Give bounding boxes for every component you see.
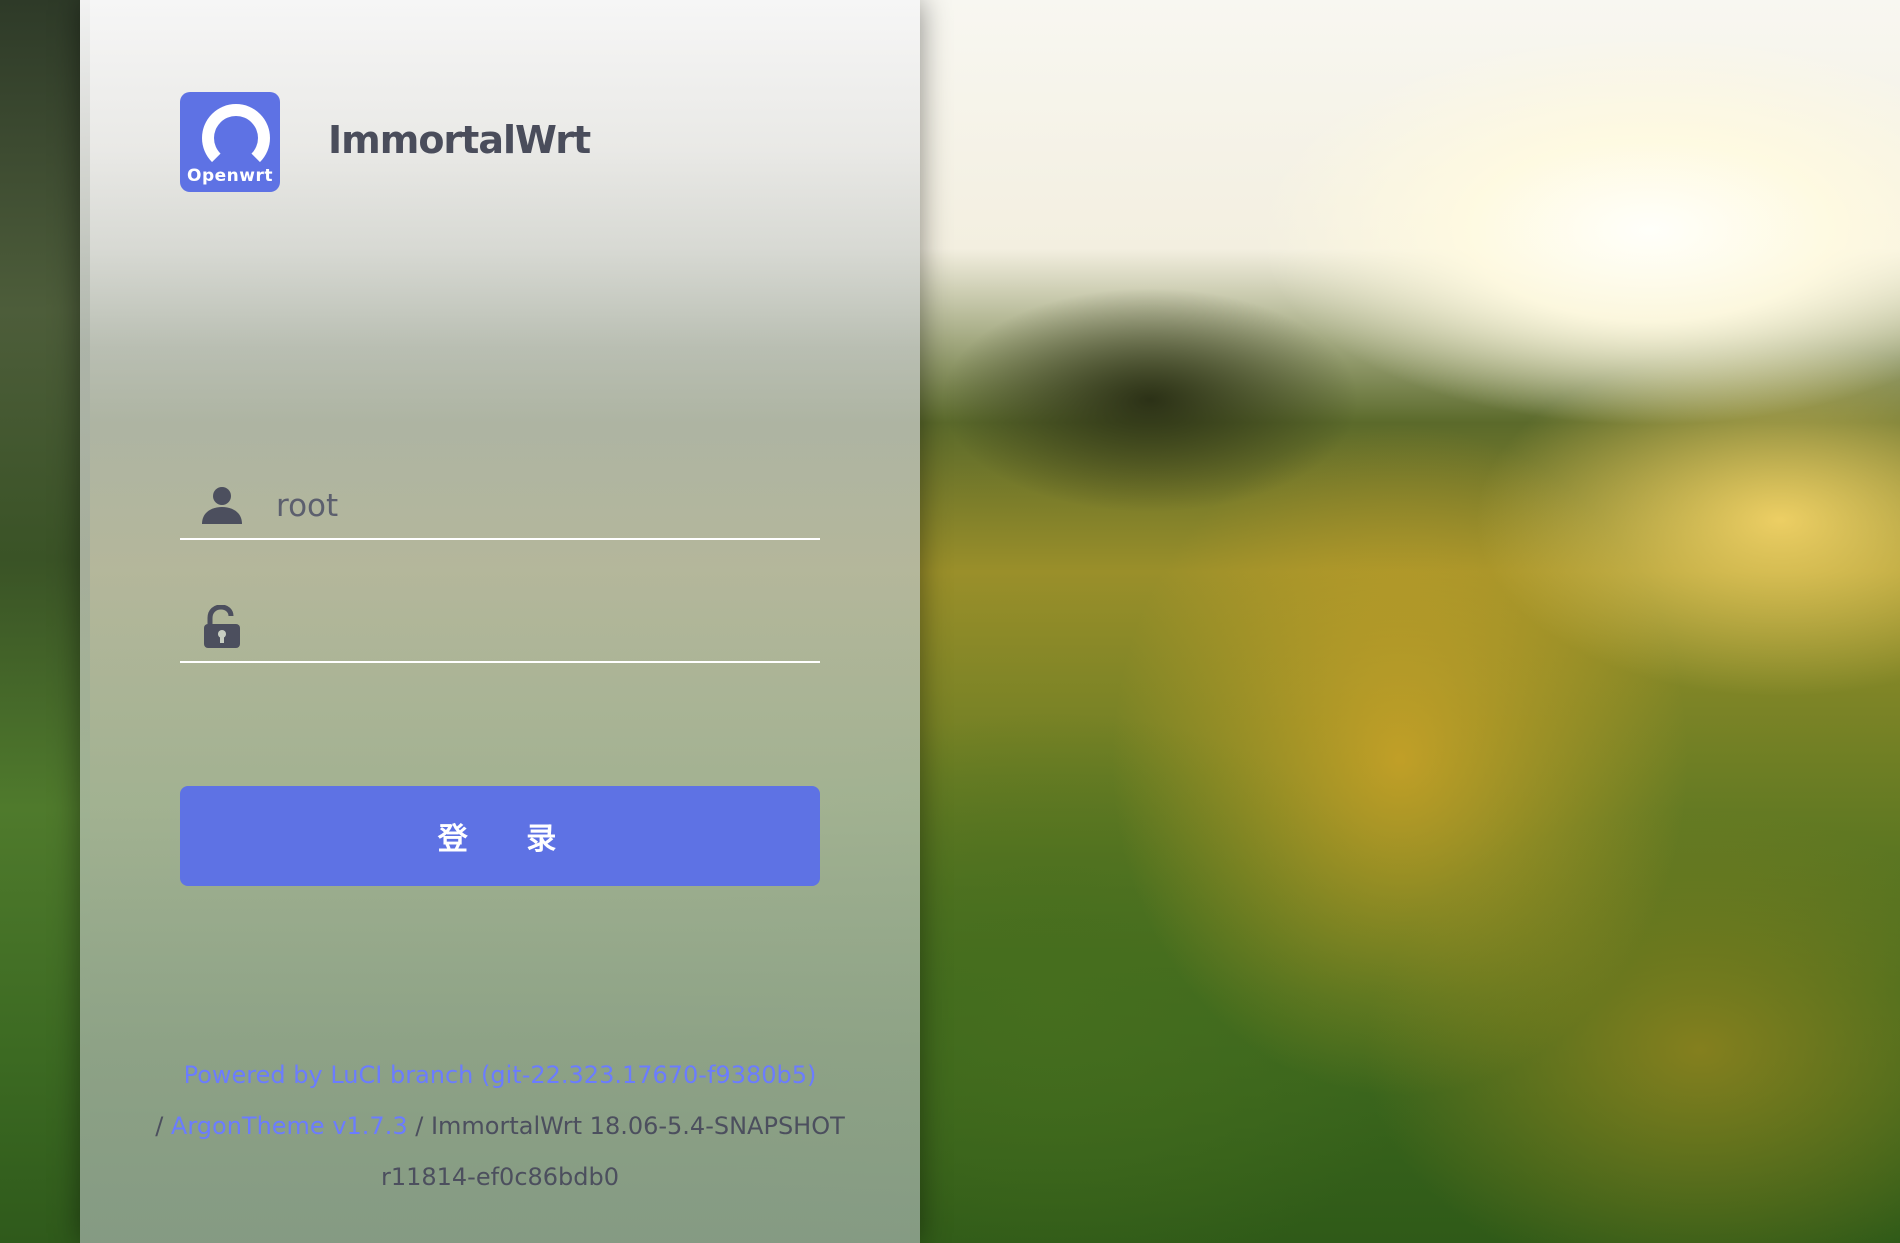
- lock-icon: [200, 604, 244, 649]
- password-field: [180, 601, 820, 663]
- background-left-strip: [0, 0, 90, 1243]
- footer-separator: /: [155, 1112, 171, 1140]
- brand-name: ImmortalWrt: [328, 118, 591, 162]
- footer-separator-2: /: [407, 1112, 431, 1140]
- firmware-version: ImmortalWrt 18.06-5.4-SNAPSHOT r11814-ef…: [380, 1112, 845, 1191]
- login-button[interactable]: 登 录: [180, 786, 820, 886]
- username-field: [180, 478, 820, 540]
- footer: Powered by LuCI branch (git-22.323.17670…: [110, 1050, 890, 1203]
- username-input[interactable]: [276, 478, 796, 534]
- user-icon: [200, 482, 244, 526]
- argon-theme-link[interactable]: ArgonTheme v1.7.3: [171, 1112, 408, 1140]
- logo-text: Openwrt: [187, 166, 273, 186]
- password-input[interactable]: [276, 601, 796, 657]
- openwrt-logo: Openwrt: [180, 92, 280, 192]
- luci-link[interactable]: Powered by LuCI branch (git-22.323.17670…: [184, 1061, 817, 1089]
